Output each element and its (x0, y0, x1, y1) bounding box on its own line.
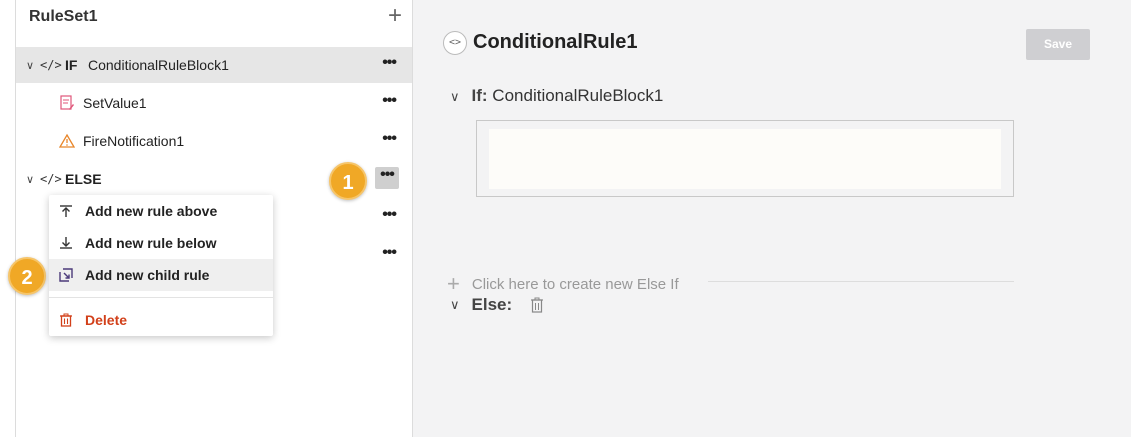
context-menu: Add new rule above Add new rule below Ad… (49, 195, 273, 336)
menu-item-label: Add new rule below (85, 235, 217, 251)
trash-icon[interactable] (530, 297, 544, 313)
menu-item-label: Add new child rule (85, 267, 210, 283)
callout-badge-2: 2 (8, 257, 46, 295)
add-child-icon (59, 268, 73, 282)
trash-icon (60, 313, 72, 327)
create-else-if-link[interactable]: + Click here to create new Else If (447, 271, 679, 297)
else-if-prompt: Click here to create new Else If (471, 275, 679, 293)
more-options-icon[interactable]: ••• (382, 93, 397, 109)
if-block-name: ConditionalRuleBlock1 (492, 86, 664, 105)
else-section-header[interactable]: ∨ Else: (450, 295, 544, 315)
chevron-down-icon[interactable]: ∨ (450, 89, 460, 104)
condition-block-box (476, 120, 1014, 197)
plus-icon: + (447, 271, 460, 296)
if-block-label: ConditionalRuleBlock1 (88, 57, 229, 73)
code-toggle-icon[interactable]: <> (443, 31, 467, 55)
ruleset-title: RuleSet1 (29, 8, 98, 25)
chevron-down-icon[interactable]: ∨ (450, 297, 460, 313)
code-icon: </> (40, 172, 62, 186)
set-value-icon (60, 95, 74, 110)
tree-row-if[interactable]: ∨ </> IF ConditionalRuleBlock1 ••• (16, 47, 412, 83)
menu-item-delete[interactable]: Delete (49, 304, 273, 336)
else-keyword: ELSE (65, 171, 102, 187)
callout-badge-1: 1 (329, 162, 367, 200)
save-button[interactable]: Save (1026, 29, 1090, 60)
warning-icon (59, 133, 75, 148)
divider (708, 281, 1014, 282)
menu-item-label: Delete (85, 312, 128, 328)
tree-row-firenotification[interactable]: FireNotification1 ••• (16, 123, 412, 159)
tree-item-label: FireNotification1 (83, 133, 185, 149)
page-title: ConditionalRule1 (473, 31, 638, 53)
menu-item-add-child[interactable]: Add new child rule (49, 259, 273, 291)
menu-item-add-below[interactable]: Add new rule below (49, 227, 273, 259)
tree-item-label: SetValue1 (83, 95, 147, 111)
more-options-icon[interactable]: ••• (382, 207, 397, 223)
insert-above-icon (60, 205, 72, 217)
if-label: If: (471, 86, 488, 105)
more-options-icon[interactable]: ••• (382, 245, 397, 261)
plus-icon[interactable]: + (388, 4, 402, 28)
more-options-icon[interactable]: ••• (382, 55, 397, 71)
condition-block-input[interactable] (489, 129, 1001, 189)
rule-editor-panel: <> ConditionalRule1 Save ∨ If: Conditiona… (413, 0, 1131, 437)
tree-row-setvalue[interactable]: SetValue1 ••• (16, 85, 412, 121)
menu-item-label: Add new rule above (85, 203, 218, 219)
more-options-icon[interactable]: ••• (382, 131, 397, 147)
insert-below-icon (60, 237, 72, 249)
if-section-header[interactable]: ∨ If: ConditionalRuleBlock1 (450, 86, 663, 106)
code-icon: </> (40, 58, 62, 72)
menu-divider (49, 297, 273, 298)
menu-item-add-above[interactable]: Add new rule above (49, 195, 273, 227)
chevron-down-icon[interactable]: ∨ (26, 59, 34, 72)
more-options-icon[interactable]: ••• (375, 167, 399, 189)
if-keyword: IF (65, 57, 78, 73)
else-label: Else: (471, 295, 513, 314)
chevron-down-icon[interactable]: ∨ (26, 173, 34, 186)
